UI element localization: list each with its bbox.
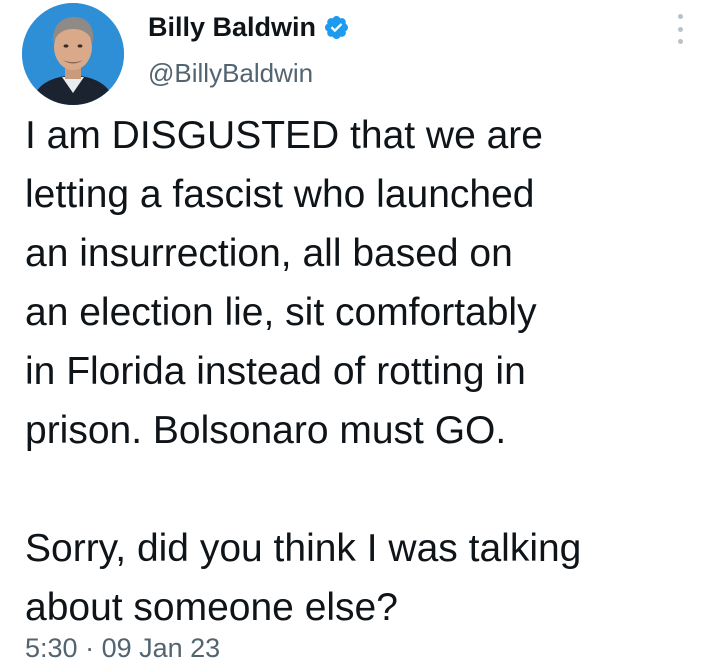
tweet-text-line: I am DISGUSTED that we are <box>25 114 543 157</box>
tweet-timestamp[interactable]: 5:30 · 09 Jan 23 <box>25 632 220 664</box>
tweet-text-line: an insurrection, all based on <box>25 232 513 275</box>
tweet-card: Billy Baldwin @BillyBaldwin I am DISGUST… <box>0 0 720 666</box>
avatar-image <box>22 3 124 105</box>
tweet-text-line: letting a fascist who launched <box>25 173 535 216</box>
tweet-text-line: Sorry, did you think I was talking <box>25 527 582 570</box>
more-dot <box>677 39 683 44</box>
tweet-time: 5:30 <box>25 633 78 663</box>
more-dot <box>677 26 683 32</box>
more-options-icon[interactable] <box>673 14 687 44</box>
tweet-text-line: an election lie, sit comfortably <box>25 291 537 334</box>
tweet-text-line: about someone else? <box>25 586 398 629</box>
verified-badge-icon <box>323 14 350 41</box>
avatar[interactable] <box>22 3 124 105</box>
tweet-text: I am DISGUSTED that we are letting a fas… <box>25 106 705 637</box>
tweet-text-line: prison. Bolsonaro must GO. <box>25 409 507 452</box>
author-display-name[interactable]: Billy Baldwin <box>148 10 316 44</box>
more-dot <box>677 14 683 19</box>
author-name-row: Billy Baldwin <box>148 10 350 44</box>
meta-separator: · <box>85 633 95 663</box>
tweet-date: 09 Jan 23 <box>101 633 221 663</box>
author-handle[interactable]: @BillyBaldwin <box>148 57 313 89</box>
tweet-text-line: in Florida instead of rotting in <box>25 350 526 393</box>
